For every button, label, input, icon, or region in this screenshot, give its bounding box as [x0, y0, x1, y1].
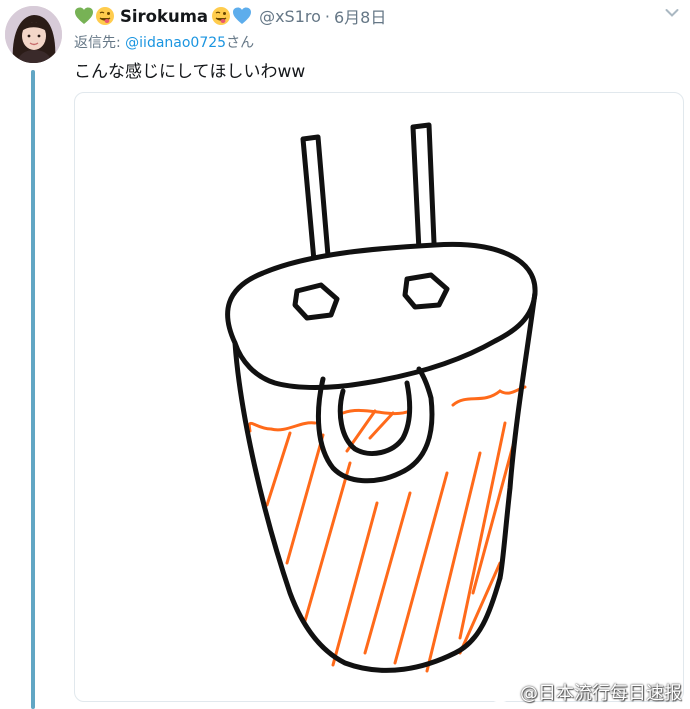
- winking-tongue-face-emoji-icon: [212, 7, 231, 25]
- tweet-header: Sirokuma @xS1ro · 6月8日: [74, 3, 386, 29]
- tweet-date[interactable]: 6月8日: [334, 4, 386, 28]
- cup-with-plug-drawing-icon: [225, 122, 538, 673]
- watermark: @日本流行每日速报: [488, 679, 682, 705]
- green-heart-emoji-icon: [75, 7, 93, 24]
- watermark-text: @日本流行每日速报: [520, 683, 682, 704]
- reply-mention-link[interactable]: @iidanao0725: [125, 35, 226, 51]
- user-handle[interactable]: @xS1ro: [259, 7, 321, 26]
- reply-suffix: さん: [226, 35, 255, 51]
- avatar[interactable]: [5, 6, 62, 63]
- reply-context: 返信先: @iidanao0725さん: [74, 32, 254, 52]
- display-name[interactable]: Sirokuma: [120, 7, 208, 26]
- blue-heart-emoji-icon: [233, 7, 252, 24]
- chevron-down-icon[interactable]: [665, 8, 679, 18]
- reply-prefix: 返信先:: [74, 35, 121, 51]
- tweet-text: こんな感じにしてほしいわww: [74, 62, 306, 82]
- weibo-logo-icon: [489, 683, 517, 703]
- header-separator: ·: [324, 6, 330, 26]
- thread-line: [31, 70, 35, 709]
- winking-tongue-face-emoji-icon: [96, 7, 114, 25]
- media-image[interactable]: [74, 92, 684, 702]
- tweet[interactable]: Sirokuma @xS1ro · 6月8日 返信先: @iidanao0725…: [0, 0, 690, 709]
